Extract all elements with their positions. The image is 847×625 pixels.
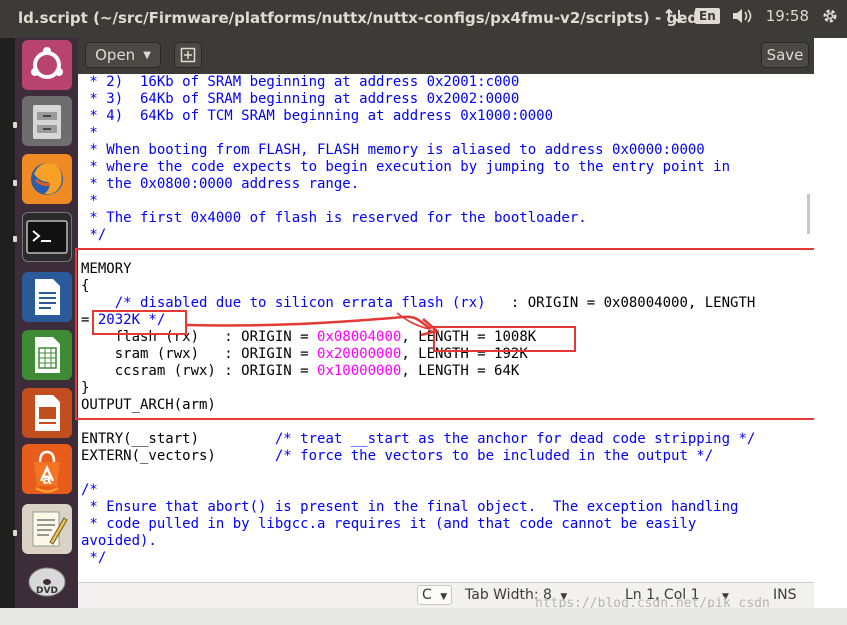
code-token: */ bbox=[81, 550, 107, 566]
save-button[interactable]: Save bbox=[761, 42, 809, 68]
running-indicator bbox=[13, 122, 17, 128]
svg-text:a: a bbox=[43, 471, 52, 488]
text-editor-icon[interactable] bbox=[22, 504, 72, 554]
clock[interactable]: 19:58 bbox=[766, 7, 809, 25]
code-token: * 4) 64Kb of TCM SRAM beginning at addre… bbox=[81, 108, 554, 124]
code-line: * 4) 64Kb of TCM SRAM beginning at addre… bbox=[81, 108, 755, 125]
writer-icon[interactable] bbox=[22, 272, 72, 322]
code-line: * When booting from FLASH, FLASH memory … bbox=[81, 142, 755, 159]
code-line: */ bbox=[81, 227, 755, 244]
dvd-icon[interactable]: DVD bbox=[22, 560, 72, 600]
bottom-strip bbox=[0, 608, 847, 625]
open-button[interactable]: Open ▼ bbox=[85, 42, 161, 68]
code-line: * 2) 16Kb of SRAM beginning at address 0… bbox=[81, 74, 755, 91]
code-line: * bbox=[81, 193, 755, 210]
volume-icon[interactable] bbox=[732, 8, 754, 24]
gear-icon[interactable] bbox=[821, 7, 839, 25]
svg-text:DVD: DVD bbox=[36, 586, 58, 596]
code-token: * Ensure that abort() is present in the … bbox=[81, 499, 739, 515]
desktop-background bbox=[814, 38, 847, 608]
terminal-icon[interactable] bbox=[22, 212, 72, 262]
calc-icon[interactable] bbox=[22, 330, 72, 380]
files-icon[interactable] bbox=[22, 96, 72, 146]
input-method-indicator[interactable]: En bbox=[695, 8, 720, 24]
code-token: * the 0x0800:0000 address range. bbox=[81, 176, 360, 192]
language-selector[interactable]: C ▼ bbox=[417, 585, 453, 605]
code-token: * 3) 64Kb of SRAM beginning at address 0… bbox=[81, 91, 520, 107]
annotation-2032k-box bbox=[92, 310, 187, 335]
code-token: * 2) 16Kb of SRAM beginning at address 0… bbox=[81, 74, 520, 90]
open-label: Open bbox=[95, 46, 136, 64]
code-line: EXTERN(_vectors) /* force the vectors to… bbox=[81, 448, 755, 465]
amazon-icon[interactable]: a bbox=[22, 468, 72, 496]
new-tab-button[interactable] bbox=[174, 42, 202, 68]
chevron-down-icon: ▼ bbox=[143, 49, 151, 61]
header-bar: Open ▼ Save bbox=[78, 38, 814, 74]
code-line: * The first 0x4000 of flash is reserved … bbox=[81, 210, 755, 227]
impress-icon[interactable] bbox=[22, 388, 72, 438]
code-token: * The first 0x4000 of flash is reserved … bbox=[81, 210, 587, 226]
firefox-icon[interactable] bbox=[22, 154, 72, 204]
save-label: Save bbox=[766, 46, 804, 64]
code-token: * bbox=[81, 193, 98, 209]
system-tray: En 19:58 bbox=[665, 7, 839, 25]
code-line: * the 0x0800:0000 address range. bbox=[81, 176, 755, 193]
network-icon[interactable] bbox=[665, 8, 683, 24]
code-token: /* bbox=[81, 482, 98, 498]
code-token: * where the code expects to begin execut… bbox=[81, 159, 731, 175]
window-title: ld.script (~/src/Firmware/platforms/nutt… bbox=[18, 9, 711, 27]
launcher: a DVD bbox=[13, 38, 78, 608]
code-token: avoided). bbox=[81, 533, 157, 549]
code-line: * where the code expects to begin execut… bbox=[81, 159, 755, 176]
code-token: * bbox=[81, 125, 98, 141]
running-indicator bbox=[13, 180, 17, 186]
code-line: /* bbox=[81, 482, 755, 499]
code-line: ENTRY(__start) /* treat __start as the a… bbox=[81, 431, 755, 448]
insert-mode[interactable]: INS bbox=[773, 587, 797, 603]
chevron-down-icon: ▼ bbox=[440, 592, 448, 602]
code-token: */ bbox=[81, 227, 107, 243]
annotation-length-box bbox=[433, 326, 576, 352]
language-label: C bbox=[422, 587, 432, 603]
running-indicator bbox=[13, 530, 17, 536]
code-token: /* treat __start as the anchor for dead … bbox=[274, 431, 756, 447]
code-line: * bbox=[81, 125, 755, 142]
code-token: * code pulled in by libgcc.a requires it… bbox=[81, 516, 697, 532]
code-token: ENTRY(__start) bbox=[81, 431, 275, 447]
scrollbar[interactable] bbox=[807, 194, 810, 234]
code-line: */ bbox=[81, 550, 755, 567]
code-token: EXTERN(_vectors) bbox=[81, 448, 275, 464]
code-token: * When booting from FLASH, FLASH memory … bbox=[81, 142, 705, 158]
new-document-icon bbox=[180, 47, 196, 63]
code-line: * Ensure that abort() is present in the … bbox=[81, 499, 755, 516]
annotation-arrow bbox=[186, 312, 440, 337]
ubuntu-dash-icon[interactable] bbox=[22, 40, 72, 90]
top-panel: ld.script (~/src/Firmware/platforms/nutt… bbox=[0, 0, 847, 38]
code-token: /* force the vectors to be included in t… bbox=[274, 448, 714, 464]
code-line: * 3) 64Kb of SRAM beginning at address 0… bbox=[81, 91, 755, 108]
code-line: * code pulled in by libgcc.a requires it… bbox=[81, 516, 755, 533]
running-indicator bbox=[13, 236, 17, 242]
code-line: avoided). bbox=[81, 533, 755, 550]
